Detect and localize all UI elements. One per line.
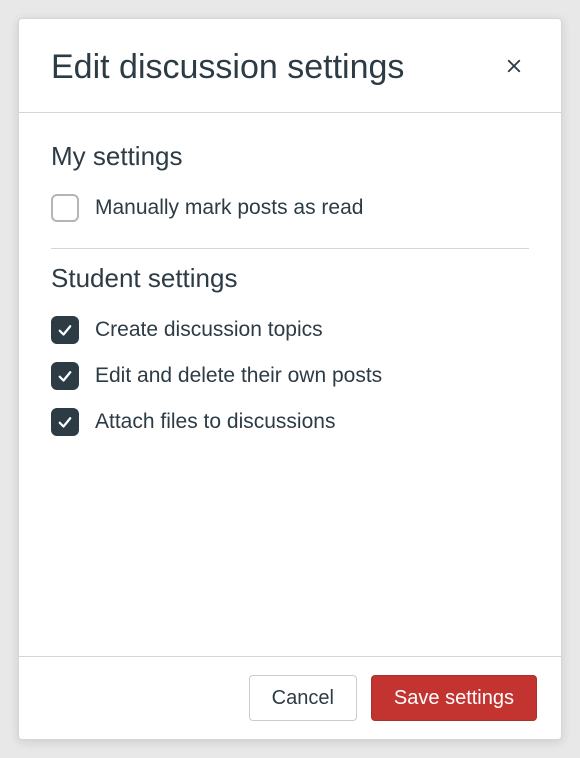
attach-files-row[interactable]: Attach files to discussions (51, 408, 529, 436)
modal-body: My settings Manually mark posts as read … (19, 113, 561, 656)
edit-delete-own-posts-label: Edit and delete their own posts (95, 362, 382, 389)
close-button[interactable] (499, 51, 529, 84)
student-settings-heading: Student settings (51, 263, 529, 294)
create-discussion-topics-checkbox[interactable] (51, 316, 79, 344)
create-discussion-topics-row[interactable]: Create discussion topics (51, 316, 529, 344)
close-icon (505, 57, 523, 78)
attach-files-label: Attach files to discussions (95, 408, 335, 435)
edit-delete-own-posts-checkbox[interactable] (51, 362, 79, 390)
section-divider (51, 248, 529, 249)
create-discussion-topics-label: Create discussion topics (95, 316, 323, 343)
save-settings-button[interactable]: Save settings (371, 675, 537, 721)
modal-title: Edit discussion settings (51, 47, 404, 88)
manually-mark-posts-checkbox[interactable] (51, 194, 79, 222)
cancel-button[interactable]: Cancel (249, 675, 357, 721)
edit-delete-own-posts-row[interactable]: Edit and delete their own posts (51, 362, 529, 390)
modal-footer: Cancel Save settings (19, 656, 561, 739)
my-settings-heading: My settings (51, 141, 529, 172)
modal-header: Edit discussion settings (19, 19, 561, 113)
attach-files-checkbox[interactable] (51, 408, 79, 436)
manually-mark-posts-row[interactable]: Manually mark posts as read (51, 194, 529, 222)
edit-discussion-settings-modal: Edit discussion settings My settings Man… (18, 18, 562, 740)
manually-mark-posts-label: Manually mark posts as read (95, 194, 363, 221)
